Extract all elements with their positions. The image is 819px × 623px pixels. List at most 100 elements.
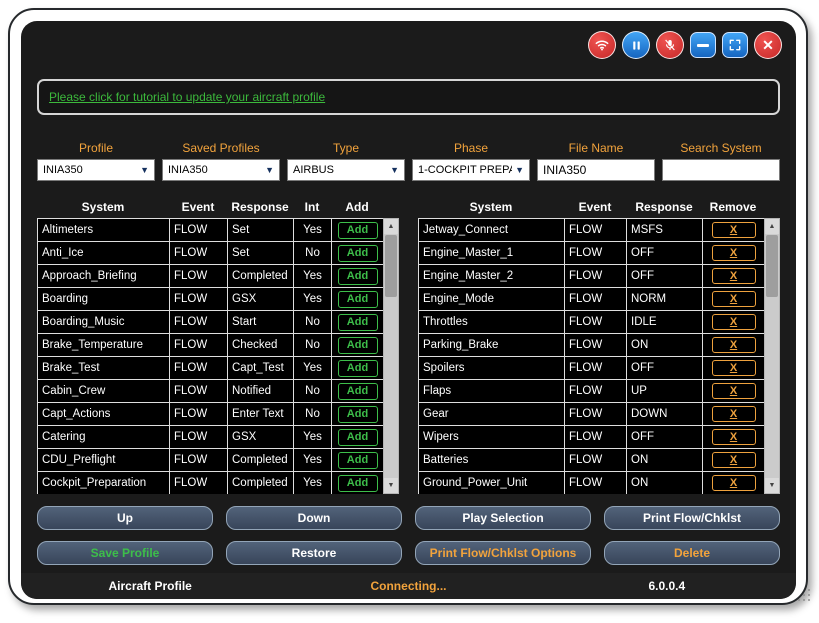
file-name-input[interactable] — [537, 159, 655, 181]
event-cell: FLOW — [565, 311, 627, 334]
remove-button[interactable]: X — [712, 291, 756, 307]
system-cell: Brake_Test — [38, 357, 170, 380]
remove-button[interactable]: X — [712, 314, 756, 330]
left-table-scrollbar[interactable]: ▲ ▼ — [383, 218, 399, 494]
table-row[interactable]: Engine_Master_2FLOWOFFX — [419, 265, 764, 288]
add-button[interactable]: Add — [338, 222, 378, 239]
add-button[interactable]: Add — [338, 337, 378, 354]
saved-profiles-label: Saved Profiles — [162, 141, 280, 155]
table-row[interactable]: Boarding_MusicFLOWStartNoAdd — [38, 311, 383, 334]
add-button[interactable]: Add — [338, 406, 378, 423]
maximize-button[interactable] — [722, 32, 748, 58]
remove-button[interactable]: X — [712, 383, 756, 399]
add-button[interactable]: Add — [338, 314, 378, 331]
scroll-up-button[interactable]: ▲ — [384, 219, 398, 234]
scroll-up-button[interactable]: ▲ — [765, 219, 779, 234]
remove-button[interactable]: X — [712, 268, 756, 284]
window-controls: ✕ — [588, 31, 782, 59]
response-cell: Completed — [228, 449, 294, 472]
remove-cell: X — [703, 357, 764, 380]
event-cell: FLOW — [565, 403, 627, 426]
table-row[interactable]: Capt_ActionsFLOWEnter TextNoAdd — [38, 403, 383, 426]
minimize-button[interactable] — [690, 32, 716, 58]
add-cell: Add — [332, 288, 383, 311]
table-row[interactable]: Ground_Power_UnitFLOWONX — [419, 472, 764, 494]
action-row-2: Save Profile Restore Print Flow/Chklst O… — [37, 541, 780, 565]
remove-button[interactable]: X — [712, 360, 756, 376]
scroll-down-button[interactable]: ▼ — [384, 478, 398, 493]
saved-profiles-select[interactable]: INIA350 ▼ — [162, 159, 280, 181]
scroll-thumb[interactable] — [385, 235, 397, 297]
add-button[interactable]: Add — [338, 360, 378, 377]
table-row[interactable]: SpoilersFLOWOFFX — [419, 357, 764, 380]
scroll-track[interactable] — [765, 234, 779, 478]
phase-select[interactable]: 1-COCKPIT PREPAI ▼ — [412, 159, 530, 181]
scroll-down-button[interactable]: ▼ — [765, 478, 779, 493]
table-row[interactable]: Anti_IceFLOWSetNoAdd — [38, 242, 383, 265]
table-row[interactable]: WipersFLOWOFFX — [419, 426, 764, 449]
scroll-thumb[interactable] — [766, 235, 778, 297]
wifi-icon — [594, 37, 610, 53]
table-row[interactable]: AltimetersFLOWSetYesAdd — [38, 219, 383, 242]
print-flow-button[interactable]: Print Flow/Chklst — [604, 506, 780, 530]
table-row[interactable]: GearFLOWDOWNX — [419, 403, 764, 426]
down-button[interactable]: Down — [226, 506, 402, 530]
table-row[interactable]: Brake_TestFLOWCapt_TestYesAdd — [38, 357, 383, 380]
table-row[interactable]: Engine_ModeFLOWNORMX — [419, 288, 764, 311]
search-system-input[interactable] — [662, 159, 780, 181]
table-row[interactable]: FlapsFLOWUPX — [419, 380, 764, 403]
add-button[interactable]: Add — [338, 268, 378, 285]
table-row[interactable]: CDU_PreflightFLOWCompletedYesAdd — [38, 449, 383, 472]
up-button[interactable]: Up — [37, 506, 213, 530]
table-row[interactable]: Brake_TemperatureFLOWCheckedNoAdd — [38, 334, 383, 357]
remove-button[interactable]: X — [712, 337, 756, 353]
play-selection-button[interactable]: Play Selection — [415, 506, 591, 530]
scroll-track[interactable] — [384, 234, 398, 478]
remove-button[interactable]: X — [712, 222, 756, 238]
table-row[interactable]: Engine_Master_1FLOWOFFX — [419, 242, 764, 265]
event-cell: FLOW — [170, 288, 228, 311]
add-button[interactable]: Add — [338, 245, 378, 262]
table-row[interactable]: Approach_BriefingFLOWCompletedYesAdd — [38, 265, 383, 288]
wifi-button[interactable] — [588, 31, 616, 59]
type-select[interactable]: AIRBUS ▼ — [287, 159, 405, 181]
print-options-button[interactable]: Print Flow/Chklst Options — [415, 541, 591, 565]
remove-button[interactable]: X — [712, 406, 756, 422]
remove-button[interactable]: X — [712, 475, 756, 491]
remove-button[interactable]: X — [712, 452, 756, 468]
add-button[interactable]: Add — [338, 452, 378, 469]
profile-select[interactable]: INIA350 ▼ — [37, 159, 155, 181]
action-row-1: Up Down Play Selection Print Flow/Chklst — [37, 506, 780, 530]
add-button[interactable]: Add — [338, 291, 378, 308]
table-row[interactable]: ThrottlesFLOWIDLEX — [419, 311, 764, 334]
mic-mute-button[interactable] — [656, 31, 684, 59]
resize-grip[interactable] — [796, 589, 810, 603]
pause-button[interactable] — [622, 31, 650, 59]
table-row[interactable]: Parking_BrakeFLOWONX — [419, 334, 764, 357]
system-cell: Spoilers — [419, 357, 565, 380]
table-row[interactable]: BoardingFLOWGSXYesAdd — [38, 288, 383, 311]
table-row[interactable]: BatteriesFLOWONX — [419, 449, 764, 472]
table-row[interactable]: CateringFLOWGSXYesAdd — [38, 426, 383, 449]
tutorial-link[interactable]: Please click for tutorial to update your… — [49, 90, 325, 104]
add-button[interactable]: Add — [338, 475, 378, 492]
profile-systems-body: Jetway_ConnectFLOWMSFSXEngine_Master_1FL… — [418, 218, 764, 494]
add-button[interactable]: Add — [338, 383, 378, 400]
event-cell: FLOW — [565, 426, 627, 449]
status-bar: Aircraft Profile Connecting... 6.0.0.4 — [21, 573, 796, 599]
restore-button[interactable]: Restore — [226, 541, 402, 565]
add-button[interactable]: Add — [338, 429, 378, 446]
table-row[interactable]: Cockpit_PreparationFLOWCompletedYesAdd — [38, 472, 383, 494]
status-left: Aircraft Profile — [21, 579, 279, 593]
remove-button[interactable]: X — [712, 245, 756, 261]
add-cell: Add — [332, 219, 383, 242]
remove-button[interactable]: X — [712, 429, 756, 445]
table-row[interactable]: Cabin_CrewFLOWNotifiedNoAdd — [38, 380, 383, 403]
add-cell: Add — [332, 380, 383, 403]
delete-button[interactable]: Delete — [604, 541, 780, 565]
table-row[interactable]: Jetway_ConnectFLOWMSFSX — [419, 219, 764, 242]
save-profile-button[interactable]: Save Profile — [37, 541, 213, 565]
right-table-scrollbar[interactable]: ▲ ▼ — [764, 218, 780, 494]
add-cell: Add — [332, 334, 383, 357]
close-button[interactable]: ✕ — [754, 31, 782, 59]
